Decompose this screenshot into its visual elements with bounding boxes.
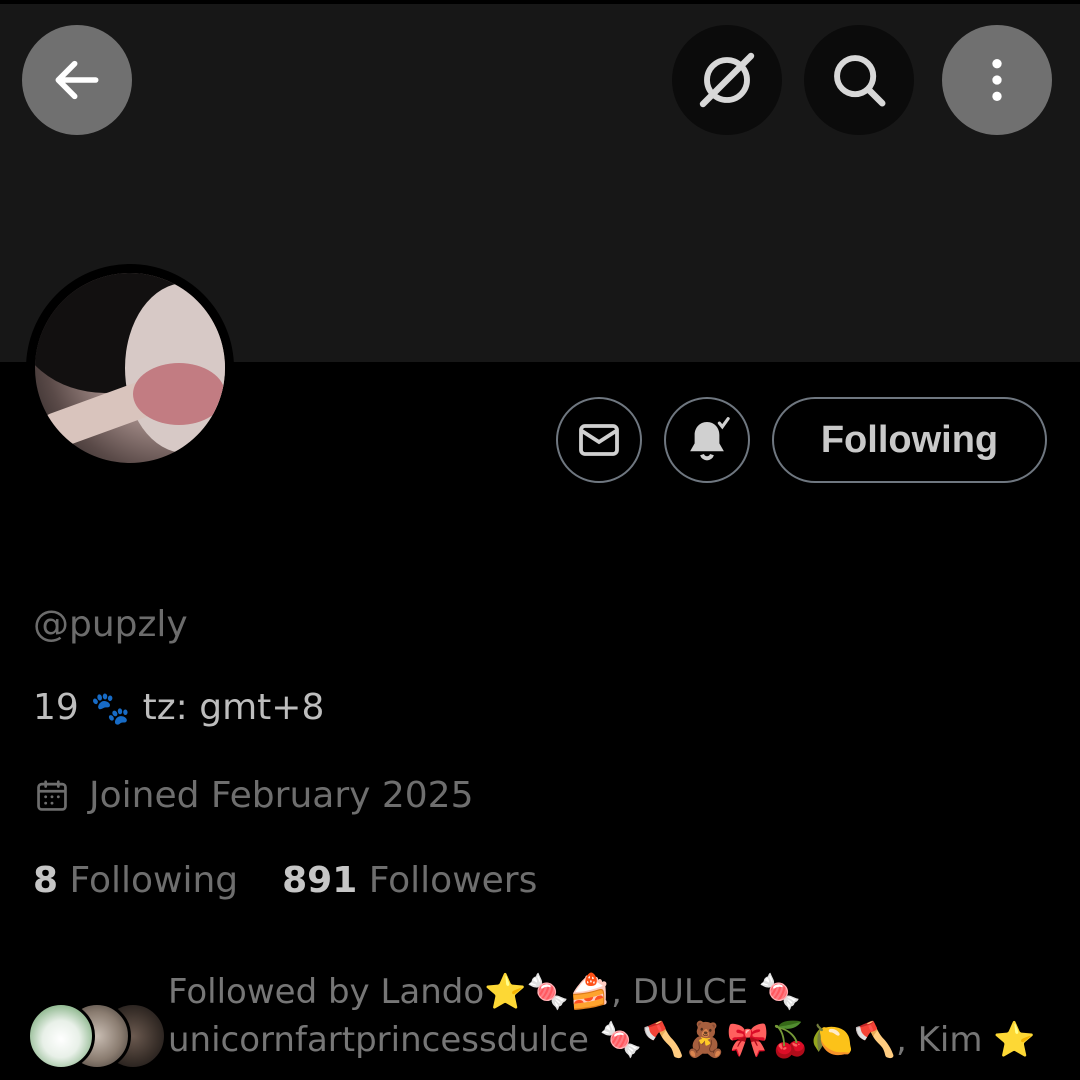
more-options-button[interactable] [942,25,1052,135]
arrow-left-icon [55,60,99,100]
back-button[interactable] [22,25,132,135]
followed-by-line: Followed by Lando⭐🍬🍰, DULCE 🍬 [168,972,802,1012]
profile-bio: 19 🐾 tz: gmt+8 [33,687,324,728]
profile-handle: @pupzly [33,604,188,645]
grok-icon [699,52,755,108]
followed-by-line: unicornfartprincessdulce 🍬🪓🧸🎀🍒🍋🪓, Kim ⭐ [168,1020,1036,1060]
more-vertical-icon [992,59,1002,101]
calendar-icon [37,779,67,811]
following-count: 8 [33,860,59,901]
mutual-avatar [27,1002,95,1070]
following-stat[interactable]: 8 Following [33,860,238,901]
joined-text: Joined February 2025 [89,775,474,816]
mutual-avatars[interactable] [27,1002,167,1074]
notifications-button[interactable] [664,397,750,483]
followers-label: Followers [368,860,538,901]
joined-date: Joined February 2025 [33,775,474,816]
message-button[interactable] [556,397,642,483]
bio-age: 19 [33,687,79,728]
following-button[interactable]: Following [772,397,1047,483]
bell-check-icon [690,417,730,461]
profile-avatar[interactable] [26,264,234,472]
grok-button[interactable] [672,25,782,135]
bio-timezone: tz: gmt+8 [142,687,325,728]
search-icon [834,55,886,107]
followers-stat[interactable]: 891 Followers [282,860,537,901]
followed-by-text[interactable]: Followed by Lando⭐🍬🍰, DULCE 🍬 unicornfar… [168,968,1068,1064]
following-button-label: Following [820,418,999,461]
following-label: Following [69,860,239,901]
mail-icon [579,424,619,456]
avatar-image [35,273,225,463]
followers-count: 891 [282,860,358,901]
search-button[interactable] [804,25,914,135]
follow-stats: 8 Following 891 Followers [33,860,537,901]
paw-icon: 🐾 [90,688,131,727]
profile-screen: Following @pupzly 19 🐾 tz: gmt+8 Joined … [0,0,1080,1080]
